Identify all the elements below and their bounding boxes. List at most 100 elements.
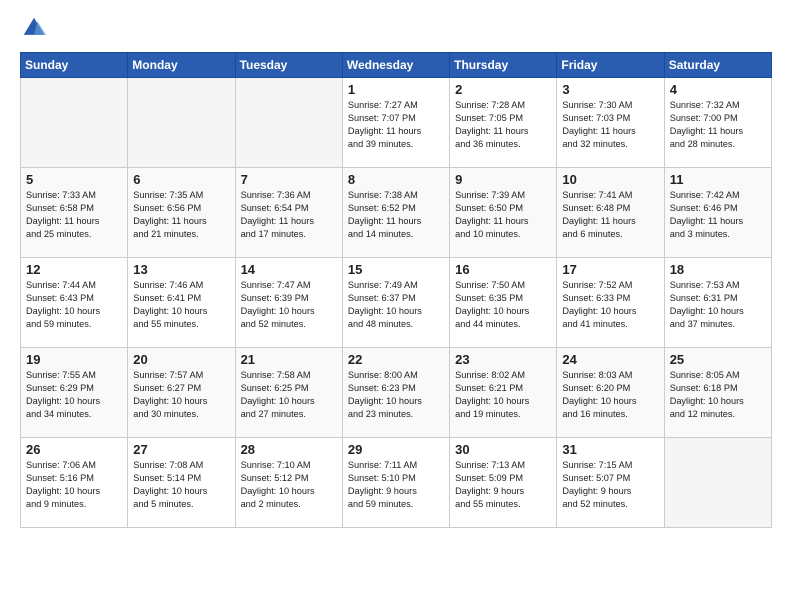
day-number: 16: [455, 262, 551, 277]
day-number: 4: [670, 82, 766, 97]
day-number: 7: [241, 172, 337, 187]
day-info: Sunrise: 7:38 AMSunset: 6:52 PMDaylight:…: [348, 189, 444, 241]
calendar-cell: 11 Sunrise: 7:42 AMSunset: 6:46 PMDayligh…: [664, 168, 771, 258]
weekday-header-thursday: Thursday: [450, 53, 557, 78]
day-number: 8: [348, 172, 444, 187]
logo: [20, 16, 46, 40]
day-info: Sunrise: 8:03 AMSunset: 6:20 PMDaylight:…: [562, 369, 658, 421]
day-number: 27: [133, 442, 229, 457]
calendar-week-row: 1 Sunrise: 7:27 AMSunset: 7:07 PMDaylight…: [21, 78, 772, 168]
day-number: 15: [348, 262, 444, 277]
calendar-cell: 28Sunrise: 7:10 AMSunset: 5:12 PMDayligh…: [235, 438, 342, 528]
day-info: Sunrise: 7:08 AMSunset: 5:14 PMDaylight:…: [133, 459, 229, 511]
day-info: Sunrise: 7:47 AMSunset: 6:39 PMDaylight:…: [241, 279, 337, 331]
calendar-cell: [235, 78, 342, 168]
calendar-week-row: 26 Sunrise: 7:06 AMSunset: 5:16 PMDayligh…: [21, 438, 772, 528]
calendar-week-row: 12 Sunrise: 7:44 AMSunset: 6:43 PMDayligh…: [21, 258, 772, 348]
day-info: Sunrise: 7:10 AMSunset: 5:12 PMDaylight:…: [241, 459, 337, 511]
calendar-cell: 7 Sunrise: 7:36 AMSunset: 6:54 PMDaylight…: [235, 168, 342, 258]
calendar-cell: 31 Sunrise: 7:15 AMSunset: 5:07 PMDayligh…: [557, 438, 664, 528]
calendar-cell: 21 Sunrise: 7:58 AMSunset: 6:25 PMDayligh…: [235, 348, 342, 438]
day-info: Sunrise: 7:15 AMSunset: 5:07 PMDaylight:…: [562, 459, 658, 511]
day-number: 14: [241, 262, 337, 277]
day-info: Sunrise: 7:57 AMSunset: 6:27 PMDaylight:…: [133, 369, 229, 421]
day-number: 29: [348, 442, 444, 457]
calendar-cell: 2 Sunrise: 7:28 AMSunset: 7:05 PMDaylight…: [450, 78, 557, 168]
calendar-cell: 16 Sunrise: 7:50 AMSunset: 6:35 PMDayligh…: [450, 258, 557, 348]
day-number: 19: [26, 352, 122, 367]
calendar-cell: 18 Sunrise: 7:53 AMSunset: 6:31 PMDayligh…: [664, 258, 771, 348]
day-info: Sunrise: 8:00 AMSunset: 6:23 PMDaylight:…: [348, 369, 444, 421]
day-info: Sunrise: 7:13 AMSunset: 5:09 PMDaylight:…: [455, 459, 551, 511]
day-info: Sunrise: 7:55 AMSunset: 6:29 PMDaylight:…: [26, 369, 122, 421]
day-number: 31: [562, 442, 658, 457]
calendar-cell: 27 Sunrise: 7:08 AMSunset: 5:14 PMDayligh…: [128, 438, 235, 528]
calendar-cell: 6 Sunrise: 7:35 AMSunset: 6:56 PMDaylight…: [128, 168, 235, 258]
page-header: [20, 16, 772, 40]
calendar-cell: 22 Sunrise: 8:00 AMSunset: 6:23 PMDayligh…: [342, 348, 449, 438]
calendar-cell: 13Sunrise: 7:46 AMSunset: 6:41 PMDayligh…: [128, 258, 235, 348]
calendar-cell: 3 Sunrise: 7:30 AMSunset: 7:03 PMDaylight…: [557, 78, 664, 168]
weekday-header-sunday: Sunday: [21, 53, 128, 78]
calendar-cell: 8 Sunrise: 7:38 AMSunset: 6:52 PMDaylight…: [342, 168, 449, 258]
day-number: 30: [455, 442, 551, 457]
day-info: Sunrise: 7:32 AMSunset: 7:00 PMDaylight:…: [670, 99, 766, 151]
calendar-cell: 30 Sunrise: 7:13 AMSunset: 5:09 PMDayligh…: [450, 438, 557, 528]
calendar-cell: 19 Sunrise: 7:55 AMSunset: 6:29 PMDayligh…: [21, 348, 128, 438]
calendar-week-row: 5Sunrise: 7:33 AMSunset: 6:58 PMDaylight…: [21, 168, 772, 258]
calendar-cell: [21, 78, 128, 168]
day-info: Sunrise: 8:05 AMSunset: 6:18 PMDaylight:…: [670, 369, 766, 421]
calendar-cell: 20Sunrise: 7:57 AMSunset: 6:27 PMDayligh…: [128, 348, 235, 438]
day-number: 25: [670, 352, 766, 367]
day-number: 26: [26, 442, 122, 457]
calendar-cell: [128, 78, 235, 168]
calendar-cell: 12 Sunrise: 7:44 AMSunset: 6:43 PMDayligh…: [21, 258, 128, 348]
calendar-table: SundayMondayTuesdayWednesdayThursdayFrid…: [20, 52, 772, 528]
day-number: 22: [348, 352, 444, 367]
day-info: Sunrise: 7:49 AMSunset: 6:37 PMDaylight:…: [348, 279, 444, 331]
weekday-header-row: SundayMondayTuesdayWednesdayThursdayFrid…: [21, 53, 772, 78]
calendar-cell: 15 Sunrise: 7:49 AMSunset: 6:37 PMDayligh…: [342, 258, 449, 348]
day-info: Sunrise: 7:36 AMSunset: 6:54 PMDaylight:…: [241, 189, 337, 241]
day-info: Sunrise: 7:28 AMSunset: 7:05 PMDaylight:…: [455, 99, 551, 151]
calendar-cell: [664, 438, 771, 528]
weekday-header-wednesday: Wednesday: [342, 53, 449, 78]
day-info: Sunrise: 8:02 AMSunset: 6:21 PMDaylight:…: [455, 369, 551, 421]
calendar-cell: 29Sunrise: 7:11 AMSunset: 5:10 PMDayligh…: [342, 438, 449, 528]
weekday-header-saturday: Saturday: [664, 53, 771, 78]
weekday-header-monday: Monday: [128, 53, 235, 78]
day-number: 5: [26, 172, 122, 187]
calendar-cell: 23 Sunrise: 8:02 AMSunset: 6:21 PMDayligh…: [450, 348, 557, 438]
calendar-cell: 4 Sunrise: 7:32 AMSunset: 7:00 PMDaylight…: [664, 78, 771, 168]
day-info: Sunrise: 7:58 AMSunset: 6:25 PMDaylight:…: [241, 369, 337, 421]
calendar-cell: 5Sunrise: 7:33 AMSunset: 6:58 PMDaylight…: [21, 168, 128, 258]
calendar-cell: 26 Sunrise: 7:06 AMSunset: 5:16 PMDayligh…: [21, 438, 128, 528]
day-info: Sunrise: 7:35 AMSunset: 6:56 PMDaylight:…: [133, 189, 229, 241]
day-info: Sunrise: 7:27 AMSunset: 7:07 PMDaylight:…: [348, 99, 444, 151]
day-number: 3: [562, 82, 658, 97]
day-number: 12: [26, 262, 122, 277]
day-number: 1: [348, 82, 444, 97]
day-number: 11: [670, 172, 766, 187]
day-number: 24: [562, 352, 658, 367]
day-info: Sunrise: 7:30 AMSunset: 7:03 PMDaylight:…: [562, 99, 658, 151]
calendar-cell: 14 Sunrise: 7:47 AMSunset: 6:39 PMDayligh…: [235, 258, 342, 348]
day-info: Sunrise: 7:06 AMSunset: 5:16 PMDaylight:…: [26, 459, 122, 511]
logo-icon: [22, 16, 46, 40]
day-number: 2: [455, 82, 551, 97]
day-number: 18: [670, 262, 766, 277]
day-number: 23: [455, 352, 551, 367]
calendar-week-row: 19 Sunrise: 7:55 AMSunset: 6:29 PMDayligh…: [21, 348, 772, 438]
day-number: 17: [562, 262, 658, 277]
day-number: 21: [241, 352, 337, 367]
calendar-cell: 24 Sunrise: 8:03 AMSunset: 6:20 PMDayligh…: [557, 348, 664, 438]
day-info: Sunrise: 7:44 AMSunset: 6:43 PMDaylight:…: [26, 279, 122, 331]
weekday-header-friday: Friday: [557, 53, 664, 78]
day-info: Sunrise: 7:50 AMSunset: 6:35 PMDaylight:…: [455, 279, 551, 331]
day-number: 6: [133, 172, 229, 187]
day-info: Sunrise: 7:52 AMSunset: 6:33 PMDaylight:…: [562, 279, 658, 331]
day-info: Sunrise: 7:46 AMSunset: 6:41 PMDaylight:…: [133, 279, 229, 331]
day-info: Sunrise: 7:42 AMSunset: 6:46 PMDaylight:…: [670, 189, 766, 241]
day-info: Sunrise: 7:53 AMSunset: 6:31 PMDaylight:…: [670, 279, 766, 331]
day-info: Sunrise: 7:41 AMSunset: 6:48 PMDaylight:…: [562, 189, 658, 241]
